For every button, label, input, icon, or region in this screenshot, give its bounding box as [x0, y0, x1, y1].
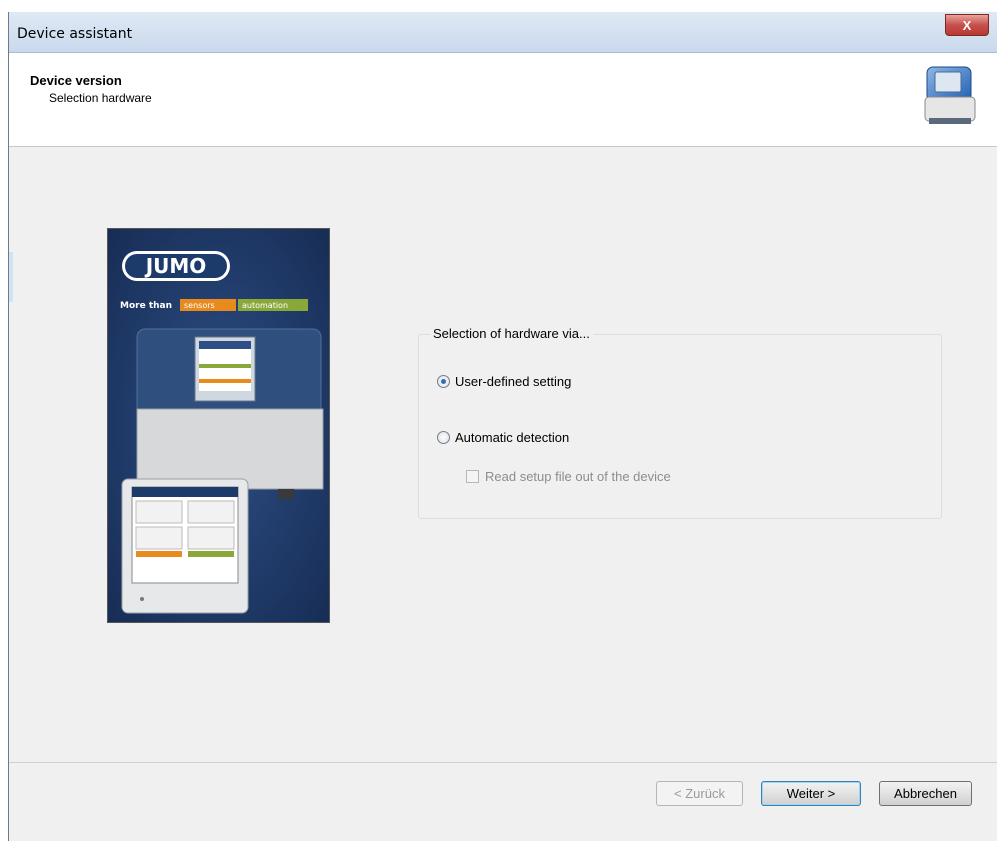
svg-text:automation: automation: [242, 301, 288, 310]
radio-label: Automatic detection: [455, 430, 570, 445]
cancel-button[interactable]: Abbrechen: [879, 781, 972, 806]
checkbox-box[interactable]: [466, 470, 479, 483]
close-button[interactable]: X: [945, 14, 989, 36]
radio-automatic-detection[interactable]: Automatic detection: [437, 430, 569, 445]
jumo-product-image: JUMO More than sensors automation: [107, 228, 330, 623]
read-setup-file-checkbox[interactable]: Read setup file out of the device: [466, 469, 671, 484]
left-edge-accent: [9, 252, 13, 302]
radio-label: User-defined setting: [455, 374, 572, 389]
page-subtitle: Selection hardware: [49, 91, 152, 105]
radio-button[interactable]: [437, 431, 450, 444]
footer-separator: [9, 762, 997, 763]
radio-user-defined-setting[interactable]: User-defined setting: [437, 374, 571, 389]
back-button[interactable]: < Zurück: [656, 781, 743, 806]
hardware-selection-group: [418, 334, 942, 519]
svg-text:sensors: sensors: [184, 301, 215, 310]
group-legend: Selection of hardware via...: [430, 326, 593, 341]
radio-button[interactable]: [437, 375, 450, 388]
device-controller-icon: [924, 66, 976, 124]
jumo-logo-text: JUMO: [144, 254, 207, 278]
svg-text:More than: More than: [120, 301, 172, 311]
next-button[interactable]: Weiter >: [761, 781, 861, 806]
device-assistant-window: Device assistant X Device version Select…: [8, 12, 997, 841]
checkbox-label: Read setup file out of the device: [485, 469, 671, 484]
title-bar[interactable]: Device assistant X: [9, 12, 997, 53]
wizard-header: Device version Selection hardware: [9, 53, 997, 147]
window-title: Device assistant: [17, 26, 133, 42]
page-title: Device version: [30, 73, 122, 88]
